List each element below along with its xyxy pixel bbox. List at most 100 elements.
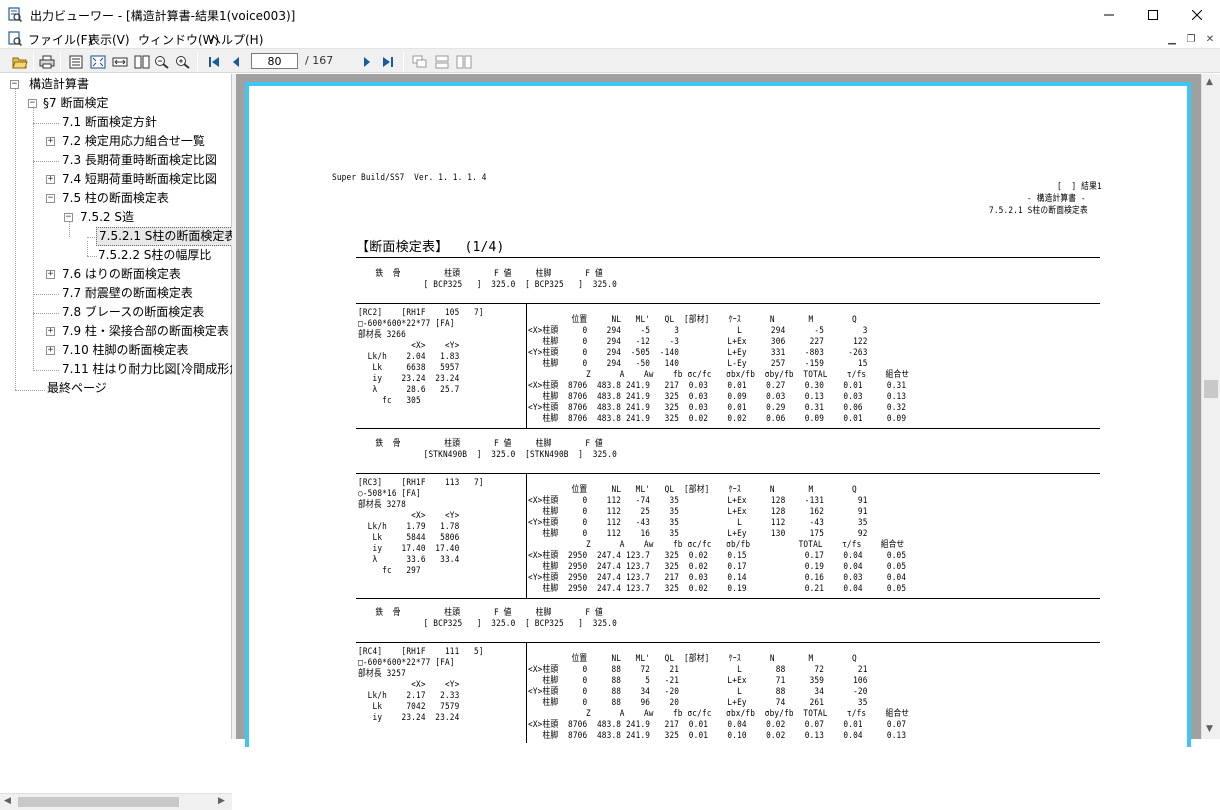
tree-horizontal-scrollbar[interactable]: ◀ ▶ [0, 793, 232, 810]
table-title: 【断面検定表】 (1/4) [356, 240, 505, 255]
page-number-input[interactable] [251, 53, 298, 69]
member-info: [RC3] [RH1F 113 7] ○-508*16 [FA] 部材長 3278 … [358, 478, 484, 576]
tree-expand-toggle[interactable]: + [46, 327, 55, 336]
fit-width-button[interactable] [111, 53, 129, 70]
document-viewer: Super Build/SS7 Ver. 1. 1. 1. 4 [ ] 結果1 … [236, 74, 1201, 747]
tree-item-7-11[interactable]: 7.11 柱はり耐力比図[冷間成形角 [62, 360, 232, 379]
scroll-left-icon[interactable]: ◀ [4, 796, 11, 806]
menu-window[interactable]: ウィンドウ(W) [138, 31, 219, 48]
tree-collapse-toggle[interactable]: − [28, 99, 37, 108]
tree-item-7-5-2-1-selected[interactable]: 7.5.2.1 S柱の断面検定表 [96, 227, 240, 246]
prev-page-button[interactable] [227, 53, 245, 70]
tree-expand-toggle[interactable]: + [46, 175, 55, 184]
folder-open-icon [12, 57, 28, 68]
fit-page-button[interactable] [89, 53, 107, 70]
fit-width-icon [112, 57, 128, 66]
tree-item-7-5-2[interactable]: 7.5.2 S造 [80, 208, 134, 227]
first-page-icon [209, 56, 219, 67]
close-icon [1192, 10, 1202, 20]
tree-item-7-5[interactable]: 7.5 柱の断面検定表 [62, 189, 169, 208]
mdi-restore-button[interactable]: ❐ [1183, 32, 1199, 46]
zoom-in-button[interactable] [174, 53, 192, 70]
tile-vertical-button[interactable] [455, 53, 473, 70]
scroll-up-icon[interactable]: ▲ [1206, 77, 1213, 87]
tree-item-7-9[interactable]: 7.9 柱・梁接合部の断面検定表 [62, 322, 229, 341]
fit-page-icon [90, 55, 106, 68]
tree-item-7-7[interactable]: 7.7 耐震壁の断面検定表 [62, 284, 193, 303]
print-setup-button[interactable] [67, 53, 85, 70]
mdi-minimize-button[interactable]: ▁ [1164, 32, 1180, 46]
next-page-button[interactable] [358, 53, 376, 70]
mdi-close-button[interactable]: ✕ [1202, 32, 1218, 46]
maximize-button[interactable] [1130, 0, 1176, 30]
last-page-icon [383, 56, 393, 67]
menu-bar: ファイル(F) 表示(V) ウィンドウ(W) ヘルプ(H) [0, 30, 1220, 48]
next-page-icon [364, 56, 370, 67]
cascade-icon [412, 55, 427, 67]
force-table: 位置 NL ML' QL [部材] ｹｰｽ N M Q <X>柱頭 0 88 72… [528, 654, 910, 741]
document-icon [8, 31, 22, 46]
document-vertical-scrollbar[interactable]: ▲ ▼ [1201, 74, 1220, 739]
tree-item-7-10[interactable]: 7.10 柱脚の断面検定表 [62, 341, 189, 360]
print-setup-icon [69, 55, 83, 68]
cascade-button[interactable] [411, 53, 429, 70]
menu-help[interactable]: ヘルプ(H) [209, 31, 263, 48]
tree-item-7-2[interactable]: 7.2 検定用応力組合せ一覧 [62, 132, 205, 151]
menu-view[interactable]: 表示(V) [88, 31, 130, 48]
print-button[interactable] [38, 53, 56, 70]
two-page-icon [134, 55, 150, 68]
header-section: 7.5.2.1 S柱の断面検定表 [989, 206, 1088, 216]
material-values: [STKN490B ] 325.0 [STKN490B ] 325.0 [356, 450, 617, 460]
tree-item-7-5-2-2[interactable]: 7.5.2.2 S柱の幅厚比 [98, 246, 211, 265]
software-version: Super Build/SS7 Ver. 1. 1. 1. 4 [332, 173, 487, 183]
zoom-out-button[interactable] [153, 53, 171, 70]
mdi-minimize-icon: ▁ [1168, 33, 1176, 45]
prev-page-icon [233, 56, 239, 67]
tree-item-last-page[interactable]: 最終ページ [47, 379, 107, 398]
page-total: / 167 [305, 54, 334, 67]
tree-item-7-1[interactable]: 7.1 断面検定方針 [62, 113, 157, 132]
last-page-button[interactable] [379, 53, 397, 70]
two-page-button[interactable] [133, 53, 151, 70]
app-icon [8, 7, 22, 22]
window-title: 出力ビューワー - [構造計算書-結果1(voice003)] [30, 9, 296, 23]
material-header: 鉄 骨 柱頭 F 値 柱脚 F 値 [356, 608, 603, 618]
tree-collapse-toggle[interactable]: − [10, 80, 19, 89]
tree-collapse-toggle[interactable]: − [46, 194, 55, 203]
zoom-out-icon [155, 55, 169, 69]
maximize-icon [1148, 10, 1158, 20]
scroll-down-icon[interactable]: ▼ [1206, 724, 1213, 734]
header-result: [ ] 結果1 [1057, 182, 1102, 192]
tree-collapse-toggle[interactable]: − [64, 213, 73, 222]
tree-item-structural-calc[interactable]: 構造計算書 [29, 75, 89, 94]
tree-scroll-thumb[interactable] [18, 797, 179, 807]
tree-item-7-4[interactable]: 7.4 短期荷重時断面検定比図 [62, 170, 217, 189]
material-header: 鉄 骨 柱頭 F 値 柱脚 F 値 [356, 439, 603, 449]
tile-horizontal-button[interactable] [433, 53, 451, 70]
tree-item-7-3[interactable]: 7.3 長期荷重時断面検定比図 [62, 151, 217, 170]
minimize-button[interactable] [1086, 0, 1132, 30]
scroll-right-icon[interactable]: ▶ [218, 796, 225, 806]
material-header: 鉄 骨 柱頭 F 値 柱脚 F 値 [356, 269, 603, 279]
tree-expand-toggle[interactable]: + [46, 346, 55, 355]
tree-item-section7[interactable]: §7 断面検定 [43, 94, 108, 113]
toolbar: / 167 [0, 48, 1220, 73]
tree-expand-toggle[interactable]: + [46, 270, 55, 279]
force-table: 位置 NL ML' QL [部材] ｹｰｽ N M Q <X>柱頭 0 112 -… [528, 485, 907, 594]
close-button[interactable] [1174, 0, 1220, 30]
member-info: [RC4] [RH1F 111 5] □-600*600*22*77 [FA] 部材… [358, 647, 484, 723]
document-page: Super Build/SS7 Ver. 1. 1. 1. 4 [ ] 結果1 … [245, 82, 1191, 747]
mdi-close-icon: ✕ [1205, 33, 1215, 45]
tree-item-7-6[interactable]: 7.6 はりの断面検定表 [62, 265, 181, 284]
menu-file[interactable]: ファイル(F) [28, 31, 92, 48]
member-info: [RC2] [RH1F 105 7] □-600*600*22*77 [FA] 部材… [358, 308, 484, 406]
minimize-icon [1104, 14, 1114, 16]
force-table: 位置 NL ML' QL [部材] ｹｰｽ N M Q <X>柱頭 0 294 -… [528, 315, 910, 424]
tile-horizontal-icon [435, 55, 449, 68]
tree-expand-toggle[interactable]: + [46, 137, 55, 146]
first-page-button[interactable] [205, 53, 223, 70]
tile-vertical-icon [456, 55, 472, 68]
tree-item-7-8[interactable]: 7.8 ブレースの断面検定表 [62, 303, 204, 322]
open-button[interactable] [11, 53, 29, 70]
document-scroll-thumb[interactable] [1204, 380, 1218, 398]
